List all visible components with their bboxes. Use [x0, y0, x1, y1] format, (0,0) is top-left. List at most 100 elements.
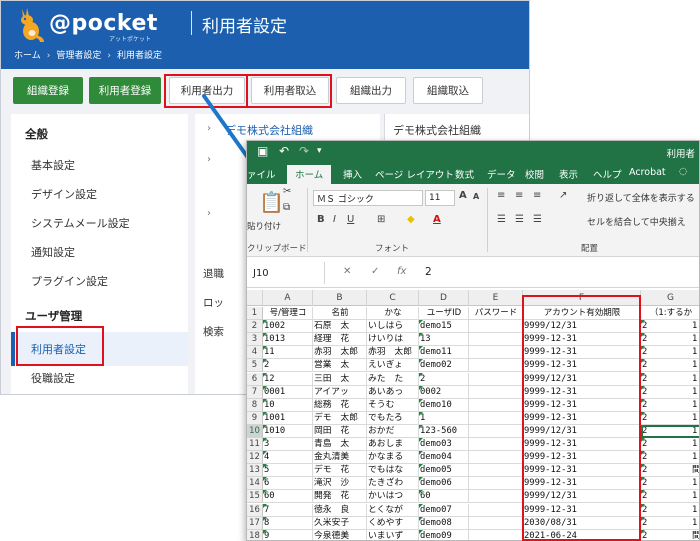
- table-cell[interactable]: [469, 398, 523, 412]
- table-cell[interactable]: 間: [691, 530, 699, 540]
- table-cell[interactable]: 9999-12-31: [523, 464, 641, 478]
- row-header[interactable]: 17: [247, 516, 263, 530]
- table-cell[interactable]: 1: [691, 504, 699, 517]
- row-header[interactable]: 5: [247, 359, 263, 373]
- table-cell[interactable]: demo15: [419, 320, 469, 334]
- column-header[interactable]: D: [419, 290, 469, 306]
- table-cell[interactable]: [469, 464, 523, 478]
- table-cell[interactable]: 1002: [263, 320, 313, 334]
- table-cell[interactable]: 滝沢 沙: [313, 477, 367, 491]
- table-cell[interactable]: 1: [419, 411, 469, 425]
- table-cell[interactable]: 9999-12-31: [523, 385, 641, 399]
- confirm-icon[interactable]: ✓: [371, 266, 379, 277]
- table-cell[interactable]: demo05: [419, 464, 469, 478]
- table-cell[interactable]: 0001: [263, 385, 313, 399]
- table-cell[interactable]: 13: [419, 333, 469, 347]
- table-cell[interactable]: 0002: [419, 385, 469, 399]
- table-cell[interactable]: 11: [263, 346, 313, 360]
- table-cell[interactable]: 2: [419, 372, 469, 386]
- table-cell[interactable]: けいりは: [367, 333, 419, 347]
- table-cell[interactable]: 1: [691, 477, 699, 491]
- table-cell[interactable]: 9999/12/31: [523, 424, 641, 438]
- align-top-icon[interactable]: ≡: [497, 190, 505, 201]
- row-header[interactable]: 7: [247, 385, 263, 399]
- row-header[interactable]: 14: [247, 477, 263, 491]
- table-cell[interactable]: [469, 490, 523, 504]
- table-cell[interactable]: 営業 太: [313, 359, 367, 373]
- table-cell[interactable]: 1: [691, 451, 699, 465]
- header-cell[interactable]: アカウント有効期限: [523, 307, 641, 321]
- table-cell[interactable]: 1: [691, 373, 699, 386]
- table-cell[interactable]: 石原 太: [313, 320, 367, 334]
- table-cell[interactable]: 金丸清美: [313, 451, 367, 465]
- table-cell[interactable]: 1: [691, 386, 699, 399]
- table-cell[interactable]: [469, 438, 523, 452]
- table-cell[interactable]: 経理 花: [313, 333, 367, 347]
- table-cell[interactable]: たきざわ: [367, 477, 419, 491]
- table-cell[interactable]: 1: [691, 399, 699, 412]
- table-cell[interactable]: 9: [263, 529, 313, 540]
- table-cell[interactable]: demo07: [419, 503, 469, 517]
- table-cell[interactable]: 7: [263, 503, 313, 517]
- table-cell[interactable]: いまいず: [367, 529, 419, 540]
- table-cell[interactable]: 1: [691, 359, 699, 373]
- org-import-button[interactable]: 組織取込: [413, 77, 483, 104]
- table-cell[interactable]: demo04: [419, 451, 469, 465]
- table-cell[interactable]: かなまる: [367, 451, 419, 465]
- table-cell[interactable]: 1: [691, 490, 699, 504]
- quick-access-dropdown-icon[interactable]: ▾: [317, 146, 322, 156]
- column-header[interactable]: C: [367, 290, 419, 306]
- table-cell[interactable]: [469, 385, 523, 399]
- underline-icon[interactable]: U: [347, 214, 354, 225]
- row-header[interactable]: 9: [247, 411, 263, 425]
- row-header[interactable]: 12: [247, 451, 263, 465]
- table-cell[interactable]: demo10: [419, 398, 469, 412]
- table-cell[interactable]: 9999/12/31: [523, 372, 641, 386]
- italic-icon[interactable]: I: [333, 214, 336, 225]
- table-cell[interactable]: くめやす: [367, 516, 419, 530]
- tab-page-layout[interactable]: ページ レイアウト: [375, 167, 454, 181]
- table-cell[interactable]: 60: [263, 490, 313, 504]
- column-header[interactable]: A: [263, 290, 313, 306]
- name-box[interactable]: J10: [247, 262, 325, 284]
- table-cell[interactable]: demo02: [419, 359, 469, 373]
- align-center-icon[interactable]: ☰: [515, 214, 524, 225]
- row-header[interactable]: 2: [247, 320, 263, 334]
- font-name-select[interactable]: ＭＳ ゴシック: [313, 190, 423, 206]
- breadcrumb-home[interactable]: ホーム: [14, 48, 41, 61]
- table-cell[interactable]: [469, 333, 523, 347]
- table-cell[interactable]: みた た: [367, 372, 419, 386]
- table-cell[interactable]: 1: [691, 320, 699, 334]
- border-icon[interactable]: ⊞: [377, 214, 385, 225]
- sidebar-item-position-settings[interactable]: 役職設定: [31, 370, 75, 386]
- tab-formulas[interactable]: 数式: [455, 167, 474, 181]
- cancel-icon[interactable]: ✕: [343, 266, 351, 277]
- column-header[interactable]: F: [523, 290, 641, 306]
- table-cell[interactable]: 9999/12/31: [523, 320, 641, 334]
- font-color-icon[interactable]: A: [433, 214, 441, 225]
- align-bottom-icon[interactable]: ≡: [533, 190, 541, 201]
- table-cell[interactable]: 1013: [263, 333, 313, 347]
- paste-icon[interactable]: 📋: [259, 190, 284, 214]
- tab-insert[interactable]: 挿入: [343, 167, 362, 181]
- header-cell[interactable]: 号/管理コ: [263, 307, 313, 321]
- table-cell[interactable]: かいはつ: [367, 490, 419, 504]
- wrap-text-button[interactable]: 折り返して全体を表示する: [587, 191, 695, 204]
- sidebar-item-design[interactable]: デザイン設定: [31, 186, 97, 202]
- table-cell[interactable]: 1: [691, 438, 699, 452]
- table-cell[interactable]: いしはら: [367, 320, 419, 334]
- align-middle-icon[interactable]: ≡: [515, 190, 523, 201]
- table-cell[interactable]: [469, 346, 523, 360]
- table-cell[interactable]: 10: [263, 398, 313, 412]
- tab-data[interactable]: データ: [487, 167, 516, 181]
- column-header[interactable]: E: [469, 290, 523, 306]
- table-cell[interactable]: 2: [641, 424, 699, 438]
- table-cell[interactable]: 1: [691, 517, 699, 530]
- table-cell[interactable]: でもたろ: [367, 411, 419, 425]
- table-cell[interactable]: [469, 411, 523, 425]
- row-header[interactable]: 1: [247, 307, 263, 321]
- user-register-button[interactable]: 利用者登録: [89, 77, 161, 104]
- table-cell[interactable]: 総務 花: [313, 398, 367, 412]
- bold-icon[interactable]: B: [317, 214, 325, 225]
- table-cell[interactable]: 9999-12-31: [523, 346, 641, 360]
